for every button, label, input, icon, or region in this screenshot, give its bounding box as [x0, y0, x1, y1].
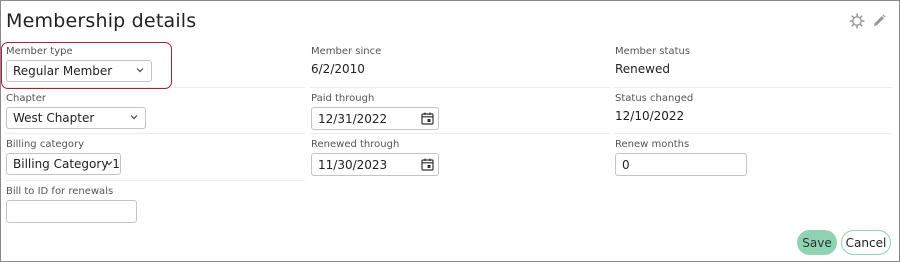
member-type-label: Member type [6, 46, 73, 57]
member-since-field: Member since 6/2/2010 [310, 41, 610, 88]
chevron-down-icon [130, 114, 138, 119]
chapter-value: West Chapter [13, 110, 95, 125]
status-changed-label: Status changed [615, 92, 694, 104]
chapter-field: Chapter West Chapter [5, 88, 305, 134]
billing-category-label: Billing category [6, 139, 85, 150]
gear-icon[interactable] [849, 13, 865, 29]
chevron-down-icon [136, 68, 144, 73]
member-type-value: Regular Member [13, 64, 113, 78]
status-changed-value: 12/10/2022 [615, 108, 685, 123]
renewed-through-field: Renewed through 11/30/2023 [310, 134, 610, 181]
page-title: Membership details [6, 10, 197, 32]
member-since-value: 6/2/2010 [311, 62, 365, 76]
member-status-label: Member status [615, 46, 691, 57]
calendar-icon[interactable] [421, 158, 434, 171]
member-type-select[interactable]: Regular Member [6, 60, 152, 82]
pencil-icon[interactable] [871, 13, 887, 29]
membership-details-panel: Membership details Member type Regular M… [0, 0, 900, 262]
cancel-button[interactable]: Cancel [841, 230, 891, 255]
member-type-field: Member type Regular Member [1, 41, 305, 89]
billing-category-field: Billing category Billing Category 1 [5, 134, 305, 181]
column-dates: Member since 6/2/2010 Paid through 12/31… [310, 41, 610, 181]
bill-to-input[interactable] [6, 199, 137, 223]
paid-through-field: Paid through 12/31/2022 [310, 88, 610, 134]
renew-months-label: Renew months [615, 139, 690, 150]
paid-through-value: 12/31/2022 [318, 111, 388, 126]
bill-to-label: Bill to ID for renewals [6, 185, 114, 197]
chevron-down-icon [105, 161, 113, 166]
member-status-value: Renewed [615, 62, 670, 76]
column-status: Member status Renewed Status changed 12/… [614, 41, 892, 181]
paid-through-input[interactable]: 12/31/2022 [311, 106, 439, 130]
column-member-info: Member type Regular Member Chapter West … [1, 41, 305, 228]
renewed-through-input[interactable]: 11/30/2023 [311, 153, 439, 176]
chapter-label: Chapter [6, 92, 46, 104]
renew-months-input[interactable]: 0 [615, 153, 747, 176]
save-button[interactable]: Save [797, 230, 837, 255]
paid-through-label: Paid through [311, 92, 375, 104]
chapter-select[interactable]: West Chapter [6, 106, 146, 129]
renewed-through-value: 11/30/2023 [318, 158, 388, 172]
renew-months-field: Renew months 0 [614, 134, 892, 181]
billing-category-select[interactable]: Billing Category 1 [6, 153, 121, 175]
member-status-field: Member status Renewed [614, 41, 892, 88]
status-changed-field: Status changed 12/10/2022 [614, 88, 892, 134]
bill-to-field: Bill to ID for renewals [5, 181, 305, 228]
member-since-label: Member since [311, 46, 382, 57]
calendar-icon[interactable] [421, 112, 434, 125]
header-actions [849, 13, 887, 29]
renewed-through-label: Renewed through [311, 139, 400, 150]
